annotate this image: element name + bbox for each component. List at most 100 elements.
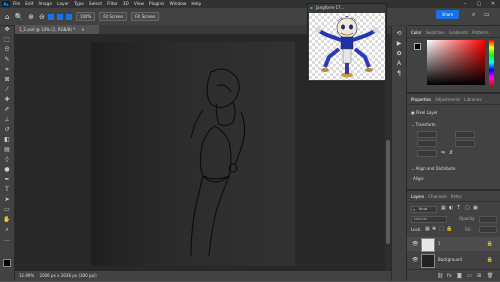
fill-screen-button[interactable]: Fill Screen (131, 12, 160, 21)
zoom-in-icon[interactable]: ⊕ (28, 13, 34, 21)
share-button[interactable]: Share (436, 10, 459, 19)
lock-all-icon[interactable]: 🔒 (446, 226, 452, 232)
color-field[interactable] (427, 40, 485, 85)
tab-channels[interactable]: Channels (428, 192, 447, 201)
rectangle-tool-icon[interactable]: ▭ (3, 206, 11, 214)
delete-layer-icon[interactable]: 🗑 (487, 273, 493, 279)
zoom-out-icon[interactable]: ⊖ (39, 13, 45, 21)
eraser-tool-icon[interactable]: ◧ (3, 136, 11, 144)
menu-image[interactable]: Image (39, 2, 52, 7)
filter-shape-icon[interactable]: ▢ (465, 205, 470, 211)
opacity-field[interactable] (479, 216, 497, 223)
zoom-all-windows-checkbox[interactable] (56, 13, 63, 20)
hue-slider[interactable] (489, 40, 494, 85)
vertical-scrollbar-thumb[interactable] (386, 140, 390, 244)
close-tab-icon[interactable]: × (81, 27, 84, 32)
lock-artboard-icon[interactable]: ⬚ (439, 226, 444, 232)
menu-type[interactable]: Type (74, 2, 84, 7)
align-heading-row[interactable]: ⌄ Align and Distribute (411, 166, 455, 171)
layer-filter-select[interactable]: ⌕ Kind (411, 206, 437, 213)
type-tool-icon[interactable]: T (3, 186, 11, 194)
minimize-button[interactable]: – (458, 0, 472, 8)
paragraph-panel-icon[interactable]: ¶ (395, 70, 403, 78)
filter-type-icon[interactable]: T (457, 205, 460, 211)
height-field[interactable] (455, 131, 475, 138)
y-position-field[interactable] (455, 140, 475, 147)
tab-layers[interactable]: Layers (411, 192, 424, 201)
tab-paths[interactable]: Paths (451, 192, 462, 201)
menu-filter[interactable]: Filter (107, 2, 118, 7)
menu-3d[interactable]: 3D (123, 2, 129, 7)
character-panel-icon[interactable]: A (395, 60, 403, 68)
layer-row[interactable]: 👁 1 🔒 (407, 237, 500, 252)
floating-document-window[interactable]: ▪ Jangform-17... (307, 3, 387, 82)
move-tool-icon[interactable]: ✥ (3, 26, 11, 34)
zoom-tool-icon[interactable]: 🔍 (14, 13, 23, 21)
link-layers-icon[interactable]: ⛓ (437, 273, 443, 279)
home-icon[interactable]: ⌂ (5, 13, 9, 21)
zoom-level[interactable]: 32.99% (19, 273, 34, 278)
blend-mode-select[interactable]: Normal (411, 216, 447, 223)
lasso-tool-icon[interactable]: ᘓ (3, 46, 11, 54)
tab-adjustments[interactable]: Adjustments (435, 95, 460, 104)
add-mask-icon[interactable]: ◙ (457, 273, 462, 279)
frame-tool-icon[interactable]: ⊠ (3, 76, 11, 84)
transform-heading-row[interactable]: ⌄ Transform (411, 122, 436, 127)
pen-tool-icon[interactable]: ✒ (3, 176, 11, 184)
lock-pixels-icon[interactable]: ▦ (425, 226, 430, 232)
menu-plugins[interactable]: Plugins (149, 2, 164, 7)
flip-vertical-icon[interactable]: ⇵ (449, 150, 453, 156)
more-tools-icon[interactable]: … (3, 236, 11, 244)
workspace-icon[interactable]: ▭ (484, 11, 490, 18)
lock-position-icon[interactable]: ✥ (432, 226, 436, 232)
new-layer-icon[interactable]: ⊞ (477, 273, 481, 279)
layer-row[interactable]: 👁 Background 🔒 (407, 253, 500, 268)
menu-file[interactable]: File (13, 2, 20, 7)
quick-select-tool-icon[interactable]: ✎ (3, 56, 11, 64)
menu-help[interactable]: Help (191, 2, 201, 7)
dodge-tool-icon[interactable]: ● (3, 166, 11, 174)
document-canvas[interactable] (91, 42, 295, 266)
actions-panel-icon[interactable]: ▶ (395, 40, 403, 48)
zoom-tool-icon[interactable]: ⌕ (3, 226, 11, 234)
tab-patterns[interactable]: Patterns (472, 28, 488, 37)
menu-select[interactable]: Select (89, 2, 102, 7)
gradient-tool-icon[interactable]: ▤ (3, 146, 11, 154)
layer-style-icon[interactable]: fx (447, 273, 452, 279)
marquee-tool-icon[interactable]: ⬚ (3, 36, 11, 44)
zoom-100-button[interactable]: 100% (75, 12, 96, 21)
tab-gradients[interactable]: Gradients (449, 28, 469, 37)
menu-window[interactable]: Window (169, 2, 186, 7)
eyedropper-tool-icon[interactable]: ⁄ (3, 86, 11, 94)
scrubby-zoom-checkbox[interactable] (65, 13, 72, 20)
history-panel-icon[interactable]: ⟲ (395, 30, 403, 38)
foreground-color-chip[interactable] (414, 43, 421, 50)
menu-layer[interactable]: Layer (57, 2, 69, 7)
new-group-icon[interactable]: ▭ (467, 273, 472, 279)
search-icon[interactable]: ⌕ (472, 11, 475, 19)
floating-window-titlebar[interactable]: ▪ Jangform-17... (308, 4, 386, 12)
resize-windows-checkbox[interactable] (47, 13, 54, 20)
tab-swatches[interactable]: Swatches (425, 28, 444, 37)
x-position-field[interactable] (417, 140, 437, 147)
document-tab[interactable]: 1_2.psd @ 33% (1, RGB/8) * × (15, 25, 99, 34)
fill-field[interactable] (479, 226, 497, 233)
menu-edit[interactable]: Edit (25, 2, 33, 7)
filter-pixel-icon[interactable]: ▦ (441, 205, 446, 211)
brush-tool-icon[interactable]: ✐ (3, 106, 11, 114)
tab-color[interactable]: Color (411, 28, 421, 37)
menu-view[interactable]: View (134, 2, 144, 7)
tab-libraries[interactable]: Libraries (464, 95, 481, 104)
history-brush-tool-icon[interactable]: ↺ (3, 126, 11, 134)
tab-properties[interactable]: Properties (411, 95, 431, 104)
foreground-color-swatch[interactable] (3, 259, 11, 267)
width-field[interactable] (417, 131, 437, 138)
healing-brush-tool-icon[interactable]: ✚ (3, 96, 11, 104)
hand-tool-icon[interactable]: ✋ (3, 216, 11, 224)
fit-screen-button[interactable]: Fit Screen (99, 12, 128, 21)
maximize-button[interactable]: ▢ (472, 0, 486, 8)
filter-adjustment-icon[interactable]: ◐ (449, 205, 453, 211)
brush-settings-icon[interactable]: ✿ (395, 50, 403, 58)
filter-smart-object-icon[interactable]: ▣ (473, 205, 478, 211)
angle-field[interactable] (417, 150, 437, 157)
